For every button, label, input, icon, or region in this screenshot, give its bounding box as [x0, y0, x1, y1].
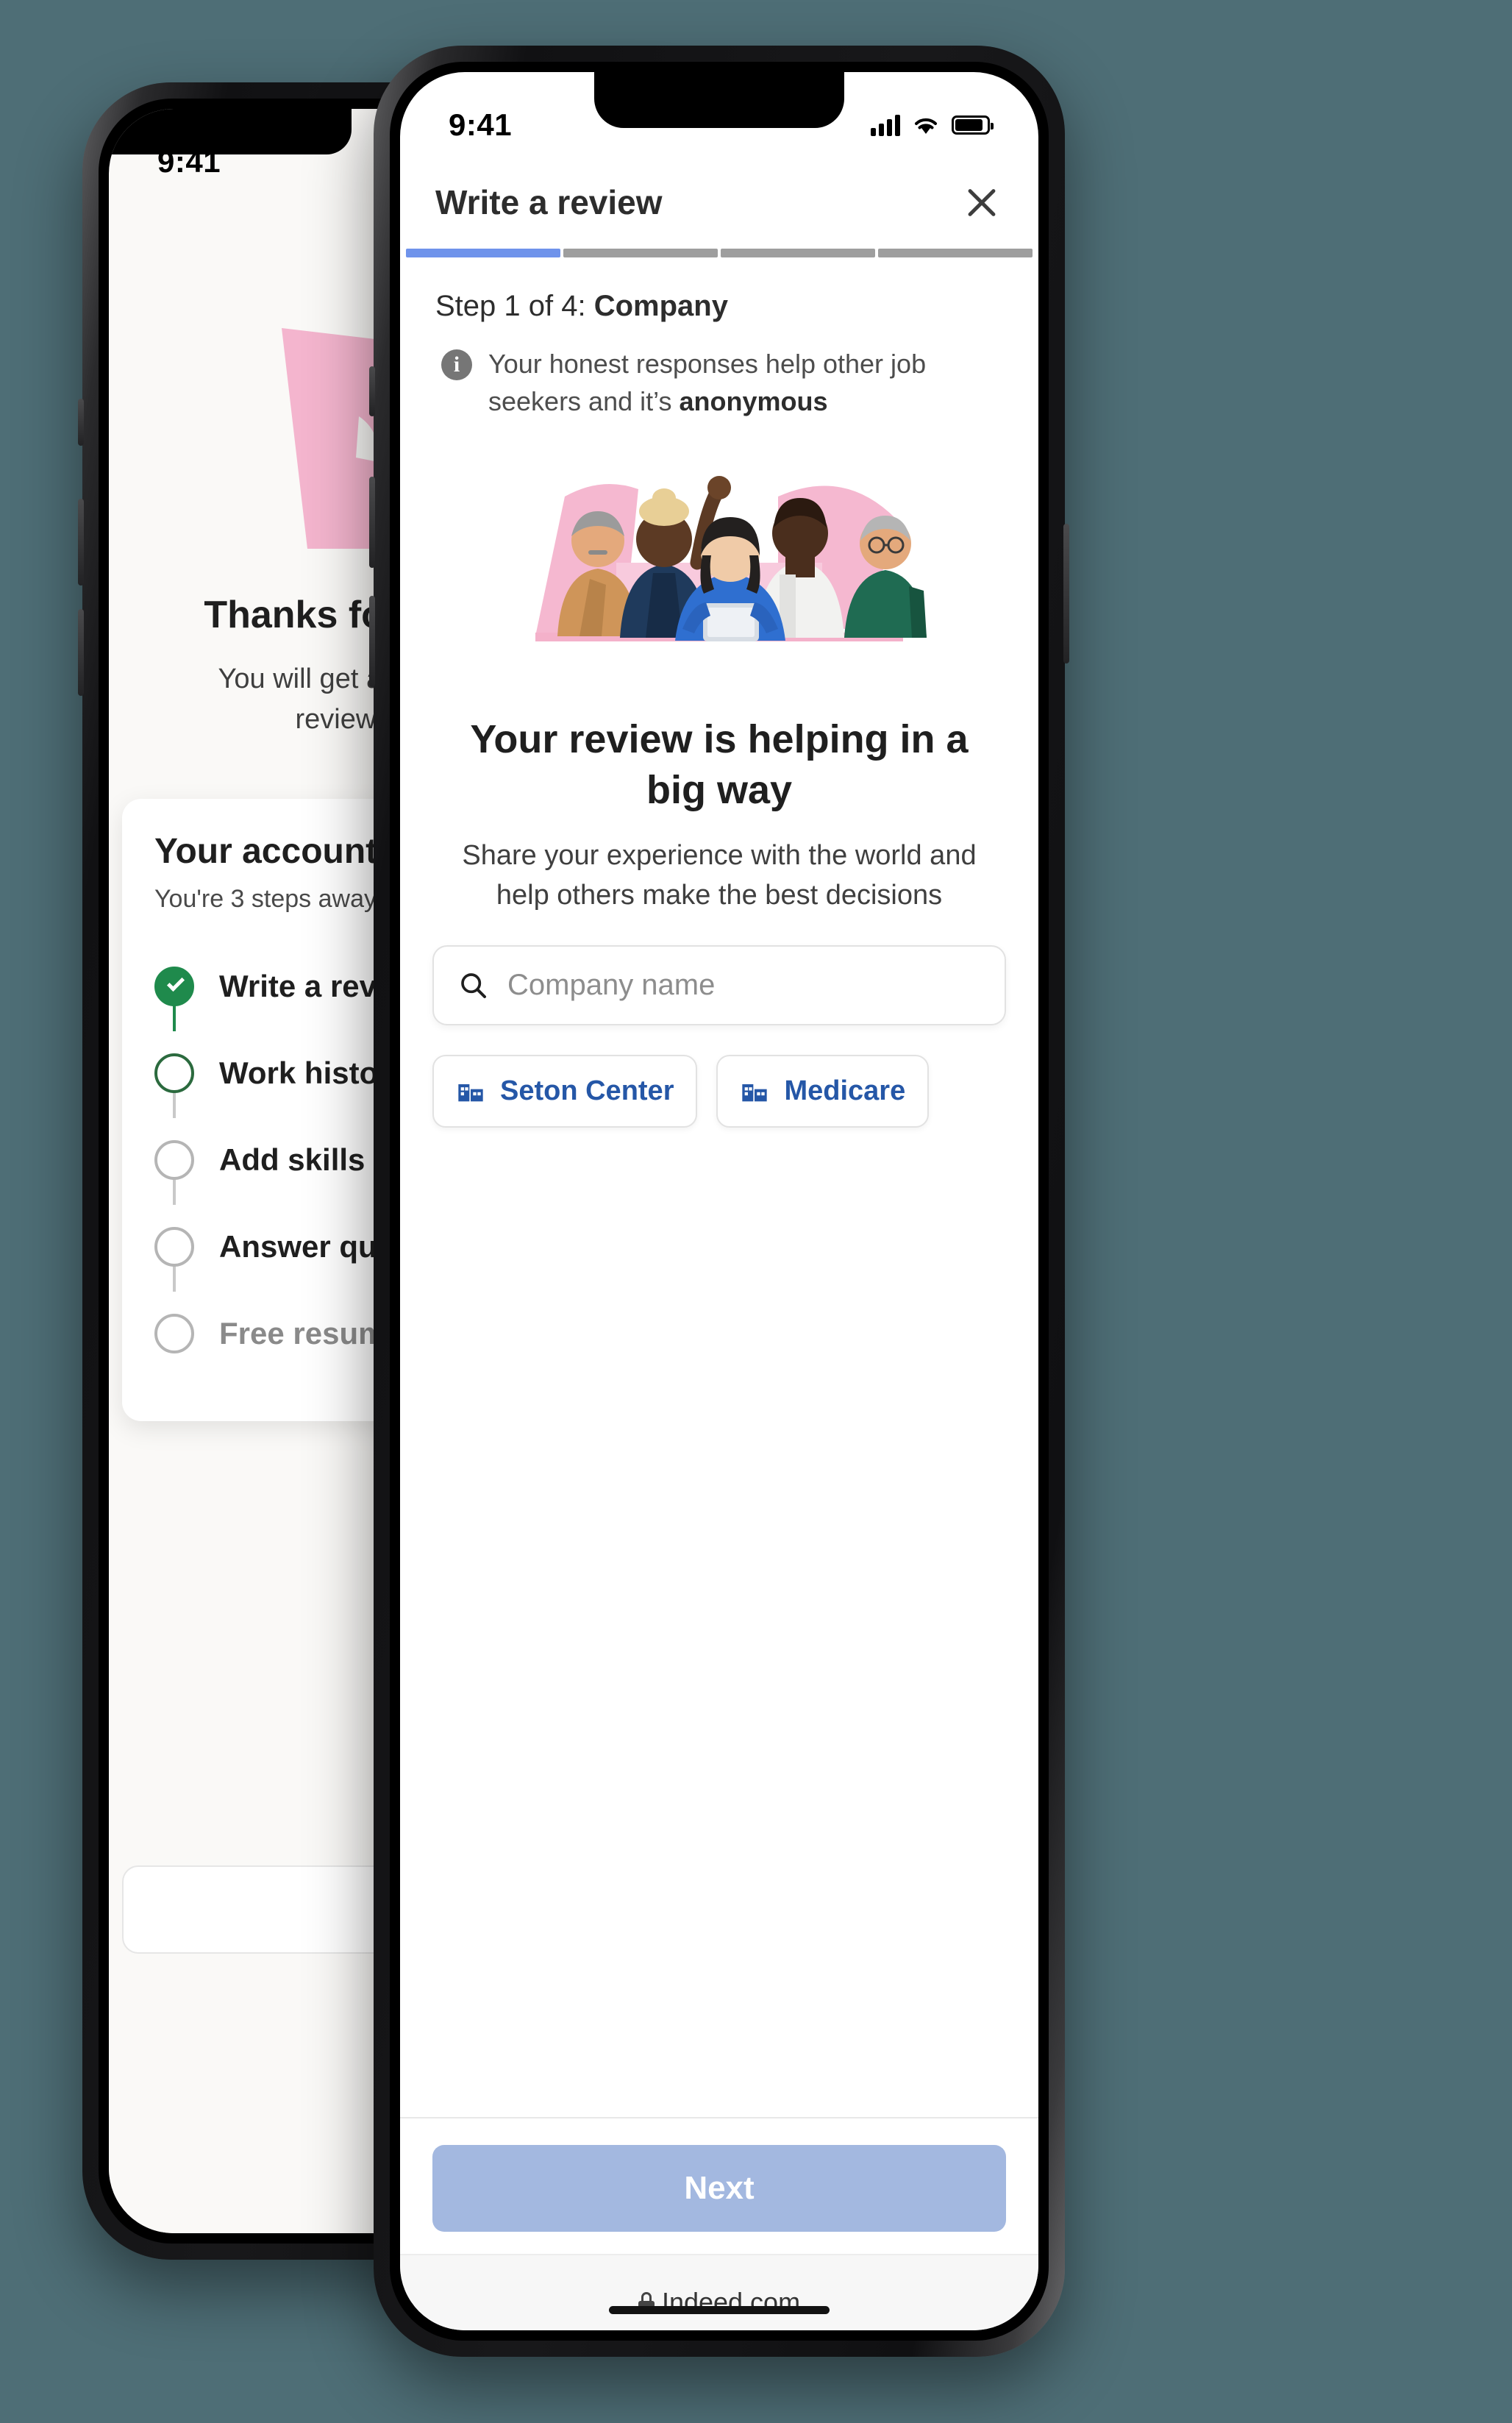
back-step-dot-current — [154, 1053, 194, 1093]
company-search-box[interactable] — [432, 945, 1006, 1026]
step-name: Company — [593, 290, 728, 322]
phone-volume-down-button[interactable] — [78, 609, 84, 696]
back-step-dot-todo — [154, 1140, 194, 1180]
front-status-icons — [871, 114, 994, 136]
progress-segment-4 — [878, 249, 1033, 257]
hero-subtitle: Share your experience with the world and… — [462, 840, 977, 911]
wifi-icon — [915, 118, 937, 134]
group-of-people-illustration — [535, 476, 927, 642]
back-step-dot-todo — [154, 1227, 194, 1267]
step-indicator: Step 1 of 4: Company — [400, 257, 1038, 323]
building-icon — [458, 1084, 483, 1102]
building-icon — [742, 1084, 768, 1102]
company-suggestions: Seton Center Medicare — [400, 1025, 1038, 1128]
modal-footer: Next — [400, 2117, 1038, 2254]
suggestion-chip-label: Medicare — [784, 1075, 906, 1107]
home-indicator[interactable] — [609, 2306, 830, 2314]
back-step-label: Add skills — [219, 1142, 365, 1177]
phone-mute-button[interactable] — [78, 399, 84, 446]
suggestion-chip-label: Seton Center — [500, 1075, 674, 1107]
phone-volume-up-button[interactable] — [369, 477, 375, 568]
progress-bar — [400, 249, 1038, 257]
suggestion-chip-seton-center[interactable]: Seton Center — [432, 1055, 698, 1128]
suggestion-chip-medicare[interactable]: Medicare — [716, 1055, 930, 1128]
search-icon — [461, 973, 486, 998]
progress-segment-3 — [721, 249, 875, 257]
next-button[interactable]: Next — [432, 2145, 1006, 2232]
page-title: Write a review — [435, 183, 663, 221]
search-section — [400, 916, 1038, 1026]
back-step-dot-disabled — [154, 1314, 194, 1353]
phone-power-button[interactable] — [1063, 524, 1069, 663]
battery-icon — [952, 115, 994, 135]
progress-segment-2 — [563, 249, 718, 257]
progress-segment-1 — [406, 249, 560, 257]
anonymity-notice-text: Your honest responses help other job see… — [488, 345, 1003, 420]
front-phone-screen: 9:41 Write a review Step 1 of 4: Company… — [400, 72, 1038, 2330]
close-icon[interactable] — [960, 181, 1003, 224]
phone-mute-button[interactable] — [369, 366, 375, 416]
back-step-dot-complete — [154, 967, 194, 1006]
back-phone-notch — [109, 109, 352, 154]
browser-url-bar: Indeed.com — [400, 2254, 1038, 2330]
front-phone-mockup: 9:41 Write a review Step 1 of 4: Company… — [369, 46, 1069, 2357]
search-input[interactable] — [507, 969, 980, 1003]
anonymity-notice: i Your honest responses help other job s… — [400, 323, 1038, 420]
front-status-time: 9:41 — [449, 107, 513, 142]
front-phone-bezel: 9:41 Write a review Step 1 of 4: Company… — [390, 62, 1049, 2341]
info-circle-icon: i — [441, 349, 472, 380]
check-icon — [166, 973, 185, 992]
anonymity-text-bold: anonymous — [679, 386, 828, 417]
hero-title: Your review is helping in a big way — [470, 717, 969, 813]
cellular-bars-icon — [871, 114, 900, 136]
step-prefix: Step 1 of 4: — [435, 290, 594, 322]
phone-volume-up-button[interactable] — [78, 499, 84, 586]
phone-volume-down-button[interactable] — [369, 596, 375, 687]
modal-header: Write a review — [400, 159, 1038, 249]
review-modal: Write a review Step 1 of 4: Company i Yo… — [400, 159, 1038, 2330]
front-phone-notch — [594, 72, 844, 128]
